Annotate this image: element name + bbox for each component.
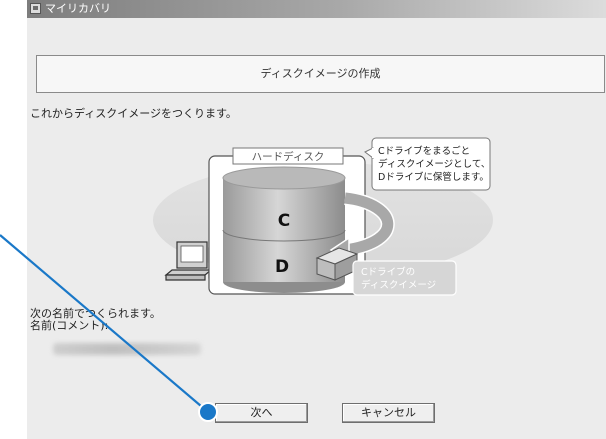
next-button[interactable]: 次へ [215,403,308,423]
disk-image-illustration: ハードディスク C D Cドライブをまるごと ディスクイメージとして、 Dドライ… [153,137,493,296]
intro-text: これからディスクイメージをつくります。 [30,107,237,120]
header-panel: ディスクイメージの作成 [36,55,605,93]
header-title: ディスクイメージの作成 [260,67,381,80]
name-line-2: 名前(コメント): [30,319,109,332]
hdd-label: ハードディスク [252,150,325,163]
dialog-window: マイリカバリ ディスクイメージの作成 これからディスクイメージをつくります。 ハ… [27,0,606,439]
cancel-button[interactable]: キャンセル [342,403,435,423]
disk-image-label-line-2: ディスクイメージ [361,279,436,291]
disk-image-label-line-1: Cドライブの [361,266,415,278]
callout-line-3: Dドライブに保管します。 [378,171,489,183]
app-window-icon [30,3,41,14]
callout-line-1: Cドライブをまるごと [378,145,470,157]
title-bar[interactable]: マイリカバリ [27,0,606,18]
window-title: マイリカバリ [45,2,111,15]
drive-d-label: D [275,257,289,277]
name-value-blurred [53,343,201,355]
name-section: 次の名前でつくられます。 名前(コメント): [30,308,161,332]
drive-c-label: C [278,211,290,231]
callout-line-2: ディスクイメージとして、 [378,158,490,170]
